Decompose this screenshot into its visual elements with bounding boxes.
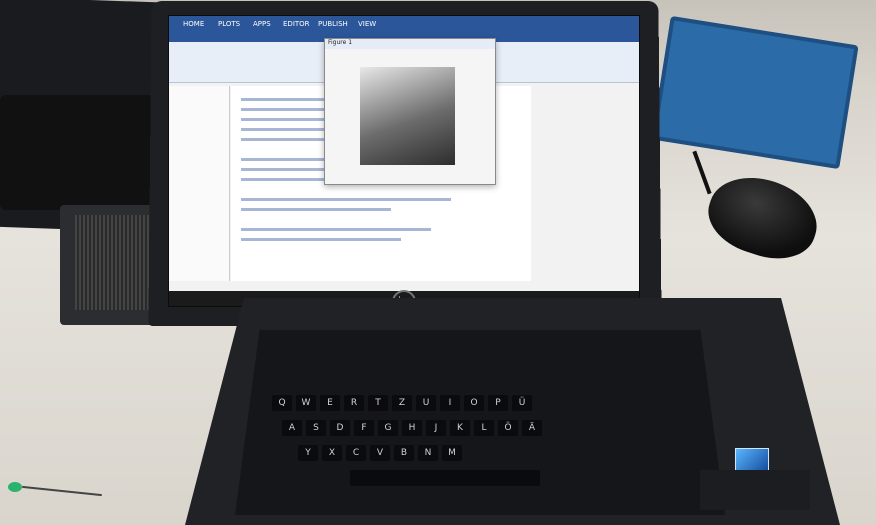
- key[interactable]: P: [488, 395, 508, 411]
- key[interactable]: N: [418, 445, 438, 461]
- key[interactable]: D: [330, 420, 350, 436]
- code-line: [241, 208, 391, 211]
- key[interactable]: K: [450, 420, 470, 436]
- key[interactable]: B: [394, 445, 414, 461]
- external-keyboard: [0, 95, 165, 210]
- key[interactable]: Q: [272, 395, 292, 411]
- ribbon-tab[interactable]: APPS: [249, 20, 275, 34]
- key[interactable]: F: [354, 420, 374, 436]
- key[interactable]: S: [306, 420, 326, 436]
- key[interactable]: Z: [392, 395, 412, 411]
- code-line: [241, 198, 451, 201]
- ribbon-tab[interactable]: EDITOR: [279, 20, 314, 34]
- figure-image: [360, 67, 455, 165]
- key[interactable]: R: [344, 395, 364, 411]
- key[interactable]: O: [464, 395, 484, 411]
- key[interactable]: G: [378, 420, 398, 436]
- green-led-component: [8, 482, 22, 492]
- laptop-screen: HOME PLOTS APPS EDITOR PUBLISH VIEW Figu…: [168, 15, 640, 307]
- space-key[interactable]: [350, 470, 540, 486]
- ribbon-tab[interactable]: HOME: [179, 20, 208, 34]
- key[interactable]: C: [346, 445, 366, 461]
- key[interactable]: L: [474, 420, 494, 436]
- key[interactable]: X: [322, 445, 342, 461]
- key[interactable]: Ü: [512, 395, 532, 411]
- key[interactable]: U: [416, 395, 436, 411]
- key[interactable]: J: [426, 420, 446, 436]
- code-line: [241, 238, 401, 241]
- key[interactable]: Y: [298, 445, 318, 461]
- palm-rest-labels: [700, 470, 810, 510]
- ribbon-tab[interactable]: VIEW: [354, 20, 380, 34]
- code-line: [241, 228, 431, 231]
- key[interactable]: A: [282, 420, 302, 436]
- key[interactable]: E: [320, 395, 340, 411]
- key[interactable]: I: [440, 395, 460, 411]
- figure-title: Figure 1: [325, 39, 495, 49]
- ribbon-tab[interactable]: PLOTS: [214, 20, 244, 34]
- key[interactable]: T: [368, 395, 388, 411]
- key[interactable]: M: [442, 445, 462, 461]
- key[interactable]: W: [296, 395, 316, 411]
- key[interactable]: V: [370, 445, 390, 461]
- key[interactable]: H: [402, 420, 422, 436]
- current-folder-panel: [169, 86, 230, 281]
- key[interactable]: Ä: [522, 420, 542, 436]
- key[interactable]: Ö: [498, 420, 518, 436]
- ribbon-tab[interactable]: PUBLISH: [314, 20, 352, 34]
- figure-window[interactable]: Figure 1: [324, 38, 496, 185]
